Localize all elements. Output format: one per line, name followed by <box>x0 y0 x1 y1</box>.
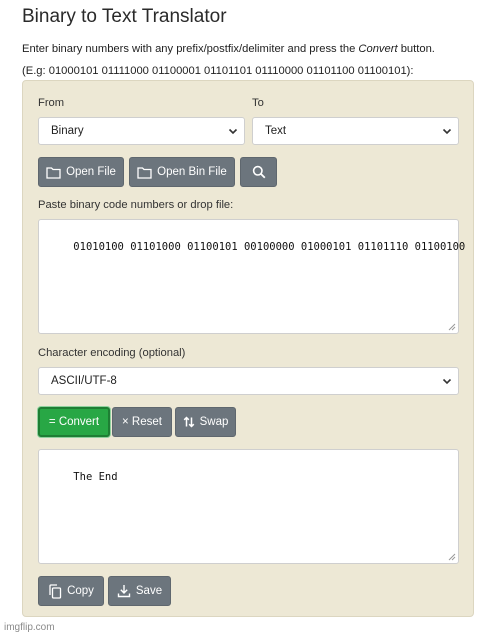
swap-label: Swap <box>199 416 229 428</box>
intro-convert-word: Convert <box>358 43 398 55</box>
chevron-down-icon <box>228 128 238 135</box>
save-label: Save <box>135 585 163 597</box>
convert-button[interactable]: = Convert <box>38 407 110 437</box>
to-label: To <box>252 97 264 109</box>
search-button[interactable] <box>240 157 277 187</box>
text-output-value: The End <box>73 471 118 483</box>
resize-grip-icon[interactable] <box>448 323 456 331</box>
copy-label: Copy <box>67 585 94 597</box>
from-label: From <box>38 97 65 109</box>
resize-grip-icon[interactable] <box>448 553 456 561</box>
intro-text: Enter binary numbers with any prefix/pos… <box>22 38 492 82</box>
open-bin-file-button[interactable]: Open Bin File <box>129 157 235 187</box>
open-file-button[interactable]: Open File <box>38 157 124 187</box>
reset-button[interactable]: × Reset <box>112 407 172 437</box>
open-bin-file-label: Open Bin File <box>157 166 227 178</box>
to-select[interactable]: Text <box>252 117 459 145</box>
from-select[interactable]: Binary <box>38 117 245 145</box>
text-output-textarea[interactable]: The End <box>38 449 459 564</box>
example-line: (E.g: 01000101 01111000 01100001 0110110… <box>22 65 414 77</box>
reset-label: × Reset <box>122 416 162 428</box>
intro-line: Enter binary numbers with any prefix/pos… <box>22 43 435 55</box>
copy-button[interactable]: Copy <box>38 576 104 606</box>
search-icon <box>252 165 265 179</box>
download-icon <box>117 585 131 598</box>
folder-icon <box>137 166 152 179</box>
convert-label: = Convert <box>48 416 100 428</box>
from-select-value: Binary <box>51 125 84 137</box>
watermark: imgflip.com <box>4 622 55 633</box>
folder-icon <box>46 166 61 179</box>
input-label: Paste binary code numbers or drop file: <box>38 199 234 211</box>
binary-input-value: 01010100 01101000 01100101 00100000 0100… <box>73 241 466 253</box>
chevron-down-icon <box>442 128 452 135</box>
encoding-label: Character encoding (optional) <box>38 347 186 359</box>
encoding-select[interactable]: ASCII/UTF-8 <box>38 367 459 395</box>
binary-input-textarea[interactable]: 01010100 01101000 01100101 00100000 0100… <box>38 219 465 334</box>
translator-panel: From Binary To Text Open File Open Bin F… <box>22 80 474 617</box>
swap-arrows-icon <box>183 416 194 428</box>
save-button[interactable]: Save <box>108 576 171 606</box>
open-file-label: Open File <box>66 166 116 178</box>
swap-button[interactable]: Swap <box>175 407 236 437</box>
to-select-value: Text <box>265 125 287 137</box>
encoding-select-value: ASCII/UTF-8 <box>51 375 117 387</box>
copy-icon <box>49 583 62 599</box>
page-title: Binary to Text Translator <box>22 6 227 27</box>
chevron-down-icon <box>442 378 452 385</box>
